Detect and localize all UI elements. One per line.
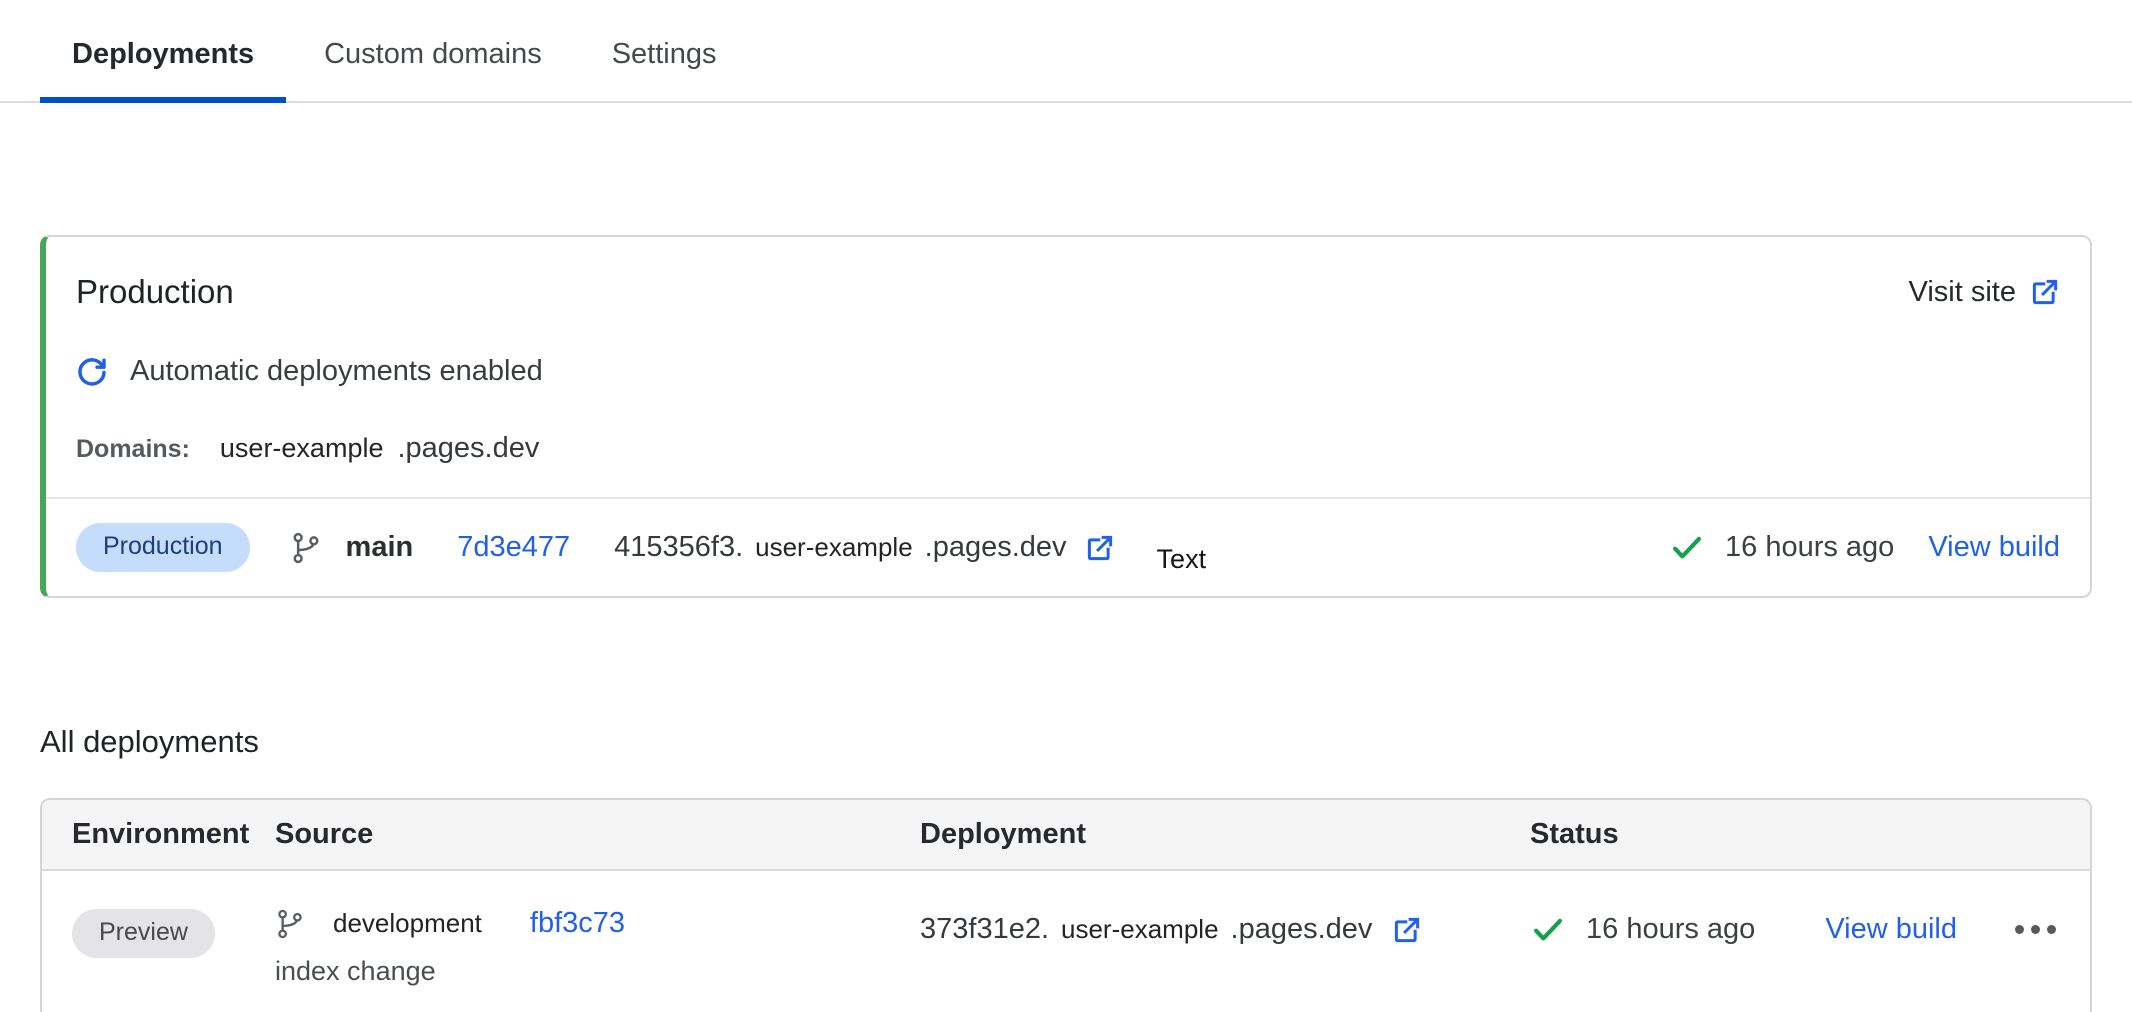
- tab-bar: Deployments Custom domains Settings: [0, 0, 2132, 103]
- git-branch-icon: [290, 531, 322, 565]
- column-header-environment: Environment: [72, 818, 275, 851]
- commit-link[interactable]: fbf3c73: [530, 907, 625, 940]
- deployments-table: Environment Source Deployment Status Pre…: [40, 798, 2092, 1012]
- deployment-url-name: user-example: [1061, 914, 1219, 945]
- column-header-deployment: Deployment: [920, 818, 1530, 851]
- deployment-url: 415356f3. user-example .pages.dev: [614, 531, 1114, 564]
- domain-suffix: .pages.dev: [397, 432, 539, 465]
- git-branch-icon: [275, 908, 305, 940]
- view-build-link[interactable]: View build: [1928, 531, 2060, 564]
- tab-custom-domains[interactable]: Custom domains: [292, 0, 574, 101]
- check-icon: [1530, 916, 1566, 944]
- branch-name: main: [346, 531, 414, 564]
- view-build-link[interactable]: View build: [1825, 913, 1957, 946]
- external-link-icon[interactable]: [1392, 915, 1422, 945]
- commit-link[interactable]: 7d3e477: [457, 531, 570, 564]
- environment-badge-preview: Preview: [72, 909, 215, 958]
- all-deployments-title: All deployments: [40, 724, 2092, 760]
- deployment-url-prefix: 415356f3.: [614, 531, 743, 564]
- deployment-url-suffix: .pages.dev: [1231, 913, 1373, 946]
- domains-label: Domains:: [76, 435, 190, 464]
- check-icon: [1669, 534, 1705, 562]
- column-header-status: Status: [1530, 818, 2060, 851]
- production-card-title: Production: [76, 273, 234, 311]
- table-header: Environment Source Deployment Status: [42, 800, 2090, 871]
- deploy-time: 16 hours ago: [1586, 913, 1755, 946]
- table-row: Preview development fbf3c73 index change: [42, 871, 2090, 1012]
- deployment-url-name: user-example: [755, 532, 913, 563]
- auto-deploy-text: Automatic deployments enabled: [130, 355, 543, 388]
- cursor-text-label: Text: [1157, 544, 1207, 575]
- overflow-menu-icon[interactable]: [2015, 913, 2056, 934]
- external-link-icon: [2030, 277, 2060, 307]
- visit-site-link[interactable]: Visit site: [1909, 276, 2060, 309]
- refresh-icon: [76, 356, 108, 388]
- visit-site-label: Visit site: [1909, 276, 2016, 309]
- deployment-url-suffix: .pages.dev: [925, 531, 1067, 564]
- domain-name: user-example: [220, 433, 384, 464]
- commit-message: index change: [275, 956, 920, 987]
- production-card: Production Visit site Automa: [40, 235, 2092, 598]
- branch-name: development: [333, 908, 482, 939]
- tab-deployments[interactable]: Deployments: [40, 0, 286, 101]
- deployment-url: 373f31e2. user-example .pages.dev: [920, 913, 1422, 946]
- tab-settings[interactable]: Settings: [580, 0, 749, 101]
- deploy-time: 16 hours ago: [1725, 531, 1894, 564]
- deployment-url-prefix: 373f31e2.: [920, 913, 1049, 946]
- external-link-icon[interactable]: [1085, 533, 1115, 563]
- column-header-source: Source: [275, 818, 920, 851]
- environment-badge-production: Production: [76, 523, 250, 572]
- production-deployment-row: Production main 7d3e477 415356f3. user-e…: [46, 499, 2090, 596]
